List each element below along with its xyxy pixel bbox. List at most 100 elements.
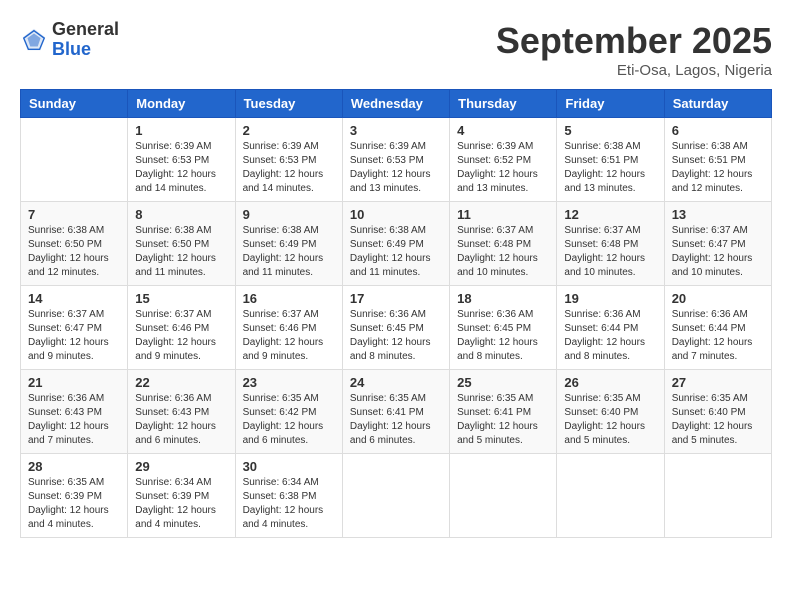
calendar-cell [450,454,557,538]
calendar-cell: 6 Sunrise: 6:38 AMSunset: 6:51 PMDaylight… [664,118,771,202]
day-info: Sunrise: 6:35 AMSunset: 6:41 PMDaylight:… [457,392,549,448]
day-info: Sunrise: 6:35 AMSunset: 6:41 PMDaylight:… [350,392,442,448]
calendar-cell: 25 Sunrise: 6:35 AMSunset: 6:41 PMDayligh… [450,370,557,454]
day-number: 4 [457,123,549,138]
calendar-cell: 16Sunrise: 6:37 AMSunset: 6:46 PMDayligh… [235,286,342,370]
day-number: 19 [564,291,656,306]
logo-blue: Blue [52,40,119,60]
day-info: Sunrise: 6:38 AMSunset: 6:50 PMDaylight:… [135,224,227,280]
day-number: 11 [457,207,549,222]
weekday-header: Saturday [664,90,771,118]
day-info: Sunrise: 6:37 AMSunset: 6:48 PMDaylight:… [457,224,549,280]
calendar-cell [21,118,128,202]
calendar-cell: 28 Sunrise: 6:35 AMSunset: 6:39 PMDayligh… [21,454,128,538]
day-info: Sunrise: 6:39 AMSunset: 6:52 PMDaylight:… [457,140,549,196]
day-info: Sunrise: 6:35 AMSunset: 6:39 PMDaylight:… [28,476,120,532]
day-info: Sunrise: 6:34 AMSunset: 6:38 PMDaylight:… [243,476,335,532]
day-number: 18 [457,291,549,306]
day-number: 28 [28,459,120,474]
calendar-week-row: 21 Sunrise: 6:36 AMSunset: 6:43 PMDayligh… [21,370,772,454]
day-info: Sunrise: 6:36 AMSunset: 6:44 PMDaylight:… [564,308,656,364]
day-info: Sunrise: 6:34 AMSunset: 6:39 PMDaylight:… [135,476,227,532]
day-number: 13 [672,207,764,222]
calendar-cell: 29 Sunrise: 6:34 AMSunset: 6:39 PMDayligh… [128,454,235,538]
day-info: Sunrise: 6:35 AMSunset: 6:40 PMDaylight:… [564,392,656,448]
weekday-header: Thursday [450,90,557,118]
day-number: 1 [135,123,227,138]
calendar-cell [342,454,449,538]
calendar-cell: 14Sunrise: 6:37 AMSunset: 6:47 PMDayligh… [21,286,128,370]
calendar-cell: 5Sunrise: 6:38 AMSunset: 6:51 PMDaylight… [557,118,664,202]
calendar-cell: 7 Sunrise: 6:38 AMSunset: 6:50 PMDaylight… [21,202,128,286]
day-number: 9 [243,207,335,222]
day-number: 14 [28,291,120,306]
calendar-cell: 3 Sunrise: 6:39 AMSunset: 6:53 PMDaylight… [342,118,449,202]
day-number: 30 [243,459,335,474]
logo-general: General [52,20,119,40]
day-info: Sunrise: 6:35 AMSunset: 6:42 PMDaylight:… [243,392,335,448]
day-number: 6 [672,123,764,138]
calendar-cell: 30 Sunrise: 6:34 AMSunset: 6:38 PMDayligh… [235,454,342,538]
day-info: Sunrise: 6:36 AMSunset: 6:44 PMDaylight:… [672,308,764,364]
calendar-cell: 26Sunrise: 6:35 AMSunset: 6:40 PMDayligh… [557,370,664,454]
day-number: 23 [243,375,335,390]
page-header: General Blue September 2025 Eti-Osa, Lag… [20,20,772,79]
calendar-week-row: 1 Sunrise: 6:39 AMSunset: 6:53 PMDaylight… [21,118,772,202]
day-info: Sunrise: 6:37 AMSunset: 6:46 PMDaylight:… [135,308,227,364]
calendar-cell: 10Sunrise: 6:38 AMSunset: 6:49 PMDayligh… [342,202,449,286]
day-info: Sunrise: 6:37 AMSunset: 6:47 PMDaylight:… [672,224,764,280]
day-info: Sunrise: 6:39 AMSunset: 6:53 PMDaylight:… [243,140,335,196]
day-number: 10 [350,207,442,222]
day-info: Sunrise: 6:37 AMSunset: 6:46 PMDaylight:… [243,308,335,364]
calendar-week-row: 28 Sunrise: 6:35 AMSunset: 6:39 PMDayligh… [21,454,772,538]
calendar-cell [557,454,664,538]
calendar-cell: 13 Sunrise: 6:37 AMSunset: 6:47 PMDayligh… [664,202,771,286]
day-number: 2 [243,123,335,138]
weekday-header: Monday [128,90,235,118]
day-number: 3 [350,123,442,138]
month-title: September 2025 [496,20,772,62]
weekday-header: Tuesday [235,90,342,118]
day-number: 21 [28,375,120,390]
calendar-week-row: 14Sunrise: 6:37 AMSunset: 6:47 PMDayligh… [21,286,772,370]
calendar-table: SundayMondayTuesdayWednesdayThursdayFrid… [20,89,772,538]
day-info: Sunrise: 6:39 AMSunset: 6:53 PMDaylight:… [135,140,227,196]
calendar-header-row: SundayMondayTuesdayWednesdayThursdayFrid… [21,90,772,118]
calendar-cell: 11 Sunrise: 6:37 AMSunset: 6:48 PMDayligh… [450,202,557,286]
day-number: 27 [672,375,764,390]
day-info: Sunrise: 6:36 AMSunset: 6:45 PMDaylight:… [350,308,442,364]
day-number: 24 [350,375,442,390]
logo-icon [20,26,48,54]
title-section: September 2025 Eti-Osa, Lagos, Nigeria [496,20,772,79]
day-info: Sunrise: 6:35 AMSunset: 6:40 PMDaylight:… [672,392,764,448]
calendar-cell: 27 Sunrise: 6:35 AMSunset: 6:40 PMDayligh… [664,370,771,454]
day-info: Sunrise: 6:38 AMSunset: 6:51 PMDaylight:… [672,140,764,196]
day-number: 20 [672,291,764,306]
calendar-cell: 12Sunrise: 6:37 AMSunset: 6:48 PMDayligh… [557,202,664,286]
day-number: 29 [135,459,227,474]
calendar-cell: 23 Sunrise: 6:35 AMSunset: 6:42 PMDayligh… [235,370,342,454]
day-info: Sunrise: 6:38 AMSunset: 6:50 PMDaylight:… [28,224,120,280]
logo-text: General Blue [52,20,119,60]
day-info: Sunrise: 6:38 AMSunset: 6:51 PMDaylight:… [564,140,656,196]
calendar-cell [664,454,771,538]
calendar-cell: 2 Sunrise: 6:39 AMSunset: 6:53 PMDaylight… [235,118,342,202]
day-number: 17 [350,291,442,306]
calendar-cell: 22Sunrise: 6:36 AMSunset: 6:43 PMDayligh… [128,370,235,454]
calendar-cell: 4 Sunrise: 6:39 AMSunset: 6:52 PMDaylight… [450,118,557,202]
calendar-cell: 19 Sunrise: 6:36 AMSunset: 6:44 PMDayligh… [557,286,664,370]
calendar-cell: 9 Sunrise: 6:38 AMSunset: 6:49 PMDaylight… [235,202,342,286]
day-info: Sunrise: 6:38 AMSunset: 6:49 PMDaylight:… [243,224,335,280]
calendar-cell: 17 Sunrise: 6:36 AMSunset: 6:45 PMDayligh… [342,286,449,370]
logo: General Blue [20,20,119,60]
weekday-header: Wednesday [342,90,449,118]
calendar-cell: 24 Sunrise: 6:35 AMSunset: 6:41 PMDayligh… [342,370,449,454]
day-info: Sunrise: 6:39 AMSunset: 6:53 PMDaylight:… [350,140,442,196]
calendar-cell: 15Sunrise: 6:37 AMSunset: 6:46 PMDayligh… [128,286,235,370]
day-info: Sunrise: 6:37 AMSunset: 6:48 PMDaylight:… [564,224,656,280]
day-number: 25 [457,375,549,390]
calendar-cell: 21 Sunrise: 6:36 AMSunset: 6:43 PMDayligh… [21,370,128,454]
day-info: Sunrise: 6:36 AMSunset: 6:43 PMDaylight:… [28,392,120,448]
weekday-header: Friday [557,90,664,118]
day-number: 7 [28,207,120,222]
